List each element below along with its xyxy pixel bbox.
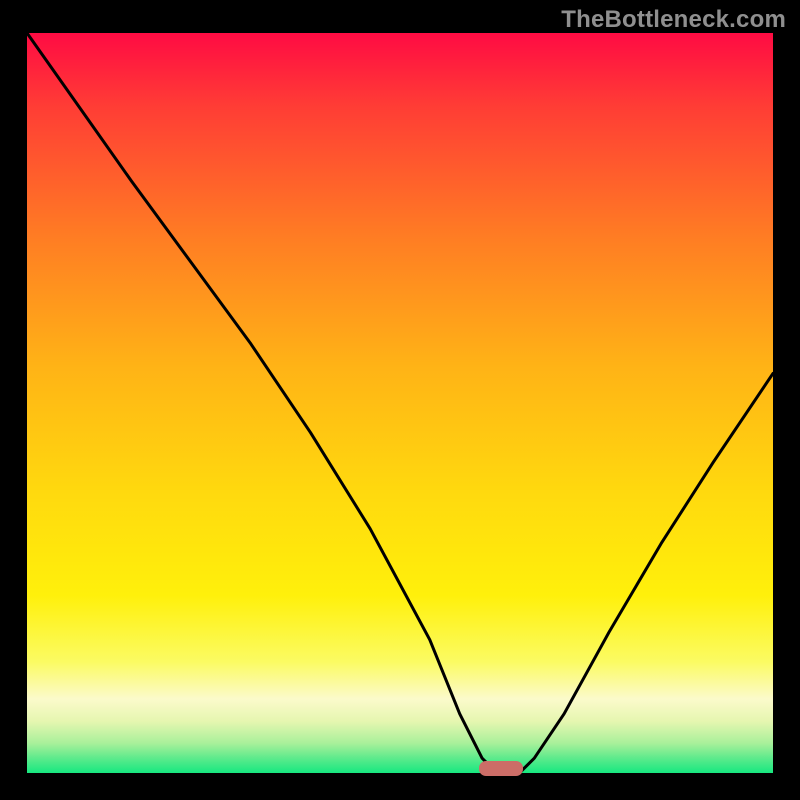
optimal-marker	[479, 761, 523, 776]
watermark-label: TheBottleneck.com	[561, 6, 786, 34]
plot-area	[27, 33, 773, 773]
chart-frame: TheBottleneck.com	[0, 0, 800, 800]
gradient-background	[27, 33, 773, 773]
plot-svg	[27, 33, 773, 773]
